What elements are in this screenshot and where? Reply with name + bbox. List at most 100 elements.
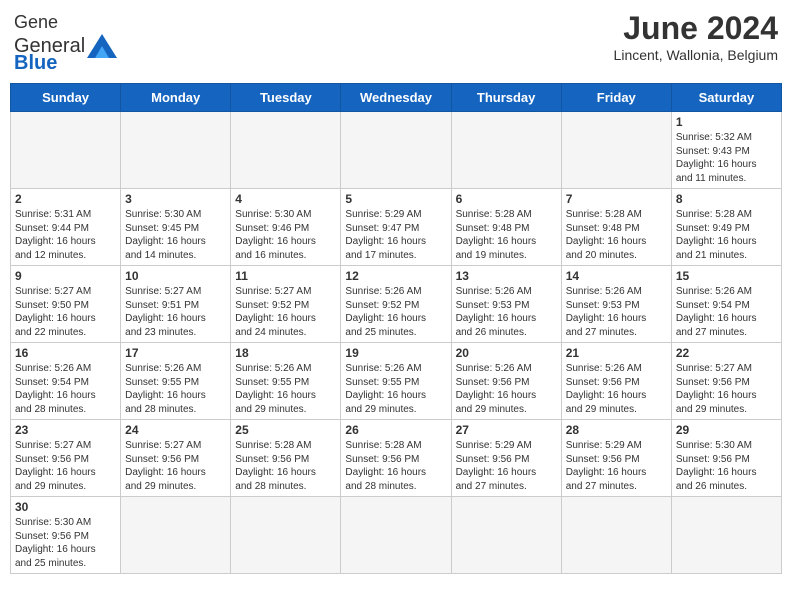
calendar-cell: 24 Sunrise: 5:27 AM Sunset: 9:56 PM Dayli… bbox=[121, 420, 231, 497]
day-info: Sunrise: 5:27 AM Sunset: 9:56 PM Dayligh… bbox=[676, 362, 777, 416]
calendar-cell: 18 Sunrise: 5:26 AM Sunset: 9:55 PM Dayli… bbox=[231, 343, 341, 420]
calendar-header-row: SundayMondayTuesdayWednesdayThursdayFrid… bbox=[11, 84, 782, 112]
calendar-cell bbox=[451, 112, 561, 189]
day-number: 24 bbox=[125, 423, 226, 437]
calendar-cell: 13Sunrise: 5:26 AM Sunset: 9:53 PM Dayli… bbox=[451, 266, 561, 343]
weekday-header-tuesday: Tuesday bbox=[231, 84, 341, 112]
calendar-cell: 17Sunrise: 5:26 AM Sunset: 9:55 PM Dayli… bbox=[121, 343, 231, 420]
day-number: 22 bbox=[676, 346, 777, 360]
day-number: 30 bbox=[15, 500, 116, 514]
day-number: 12 bbox=[345, 269, 446, 283]
calendar-cell bbox=[231, 112, 341, 189]
day-info: Sunrise: 5:27 AM Sunset: 9:56 PM Dayligh… bbox=[125, 439, 226, 493]
calendar-cell: 14Sunrise: 5:26 AM Sunset: 9:53 PM Dayli… bbox=[561, 266, 671, 343]
day-info: Sunrise: 5:26 AM Sunset: 9:52 PM Dayligh… bbox=[345, 285, 446, 339]
day-info: Sunrise: 5:26 AM Sunset: 9:56 PM Dayligh… bbox=[566, 362, 667, 416]
day-info: Sunrise: 5:26 AM Sunset: 9:55 PM Dayligh… bbox=[235, 362, 336, 416]
calendar-week-row: 16 Sunrise: 5:26 AM Sunset: 9:54 PM Dayli… bbox=[11, 343, 782, 420]
day-info: Sunrise: 5:26 AM Sunset: 9:54 PM Dayligh… bbox=[676, 285, 777, 339]
day-number: 1 bbox=[676, 115, 777, 129]
calendar-cell: 28 Sunrise: 5:29 AM Sunset: 9:56 PM Dayli… bbox=[561, 420, 671, 497]
calendar-cell bbox=[671, 497, 781, 574]
calendar-cell: 16 Sunrise: 5:26 AM Sunset: 9:54 PM Dayli… bbox=[11, 343, 121, 420]
day-number: 18 bbox=[235, 346, 336, 360]
day-number: 23 bbox=[15, 423, 116, 437]
day-number: 21 bbox=[566, 346, 667, 360]
day-info: Sunrise: 5:30 AM Sunset: 9:45 PM Dayligh… bbox=[125, 208, 226, 262]
calendar-cell: 8 Sunrise: 5:28 AM Sunset: 9:49 PM Daylig… bbox=[671, 189, 781, 266]
day-info: Sunrise: 5:28 AM Sunset: 9:56 PM Dayligh… bbox=[345, 439, 446, 493]
calendar-cell: 11 Sunrise: 5:27 AM Sunset: 9:52 PM Dayli… bbox=[231, 266, 341, 343]
day-number: 9 bbox=[15, 269, 116, 283]
calendar-cell: 29 Sunrise: 5:30 AM Sunset: 9:56 PM Dayli… bbox=[671, 420, 781, 497]
calendar-cell: 22 Sunrise: 5:27 AM Sunset: 9:56 PM Dayli… bbox=[671, 343, 781, 420]
logo: General General Blue bbox=[14, 10, 117, 75]
calendar-cell: 25Sunrise: 5:28 AM Sunset: 9:56 PM Dayli… bbox=[231, 420, 341, 497]
calendar-cell: 1Sunrise: 5:32 AM Sunset: 9:43 PM Daylig… bbox=[671, 112, 781, 189]
day-number: 7 bbox=[566, 192, 667, 206]
day-info: Sunrise: 5:28 AM Sunset: 9:48 PM Dayligh… bbox=[566, 208, 667, 262]
day-info: Sunrise: 5:29 AM Sunset: 9:56 PM Dayligh… bbox=[456, 439, 557, 493]
day-number: 29 bbox=[676, 423, 777, 437]
weekday-header-saturday: Saturday bbox=[671, 84, 781, 112]
day-info: Sunrise: 5:27 AM Sunset: 9:52 PM Dayligh… bbox=[235, 285, 336, 339]
day-info: Sunrise: 5:30 AM Sunset: 9:56 PM Dayligh… bbox=[676, 439, 777, 493]
day-number: 27 bbox=[456, 423, 557, 437]
day-info: Sunrise: 5:26 AM Sunset: 9:54 PM Dayligh… bbox=[15, 362, 116, 416]
calendar-cell: 5 Sunrise: 5:29 AM Sunset: 9:47 PM Daylig… bbox=[341, 189, 451, 266]
day-number: 4 bbox=[235, 192, 336, 206]
calendar-week-row: 23 Sunrise: 5:27 AM Sunset: 9:56 PM Dayli… bbox=[11, 420, 782, 497]
day-number: 3 bbox=[125, 192, 226, 206]
day-info: Sunrise: 5:29 AM Sunset: 9:47 PM Dayligh… bbox=[345, 208, 446, 262]
calendar-cell: 10 Sunrise: 5:27 AM Sunset: 9:51 PM Dayli… bbox=[121, 266, 231, 343]
day-number: 8 bbox=[676, 192, 777, 206]
day-info: Sunrise: 5:31 AM Sunset: 9:44 PM Dayligh… bbox=[15, 208, 116, 262]
day-number: 26 bbox=[345, 423, 446, 437]
page-header: General General Blue June 2024 Lincent, … bbox=[10, 10, 782, 75]
day-info: Sunrise: 5:28 AM Sunset: 9:49 PM Dayligh… bbox=[676, 208, 777, 262]
svg-text:General: General bbox=[14, 12, 58, 32]
logo-blue-shape bbox=[87, 34, 117, 58]
day-info: Sunrise: 5:30 AM Sunset: 9:46 PM Dayligh… bbox=[235, 208, 336, 262]
day-number: 10 bbox=[125, 269, 226, 283]
day-info: Sunrise: 5:29 AM Sunset: 9:56 PM Dayligh… bbox=[566, 439, 667, 493]
day-info: Sunrise: 5:26 AM Sunset: 9:56 PM Dayligh… bbox=[456, 362, 557, 416]
calendar-cell: 23 Sunrise: 5:27 AM Sunset: 9:56 PM Dayli… bbox=[11, 420, 121, 497]
day-number: 28 bbox=[566, 423, 667, 437]
day-number: 15 bbox=[676, 269, 777, 283]
calendar-cell bbox=[341, 112, 451, 189]
calendar-title: June 2024 bbox=[614, 10, 778, 47]
day-info: Sunrise: 5:27 AM Sunset: 9:51 PM Dayligh… bbox=[125, 285, 226, 339]
calendar-cell bbox=[121, 112, 231, 189]
calendar-title-area: June 2024 Lincent, Wallonia, Belgium bbox=[614, 10, 778, 63]
day-number: 20 bbox=[456, 346, 557, 360]
calendar-cell bbox=[341, 497, 451, 574]
day-info: Sunrise: 5:27 AM Sunset: 9:56 PM Dayligh… bbox=[15, 439, 116, 493]
day-number: 5 bbox=[345, 192, 446, 206]
calendar-cell bbox=[561, 112, 671, 189]
day-number: 11 bbox=[235, 269, 336, 283]
calendar-cell bbox=[451, 497, 561, 574]
calendar-cell: 3 Sunrise: 5:30 AM Sunset: 9:45 PM Daylig… bbox=[121, 189, 231, 266]
calendar-week-row: 30 Sunrise: 5:30 AM Sunset: 9:56 PM Dayli… bbox=[11, 497, 782, 574]
logo-blue-text: Blue bbox=[14, 52, 57, 74]
calendar-week-row: 9 Sunrise: 5:27 AM Sunset: 9:50 PM Daylig… bbox=[11, 266, 782, 343]
calendar-table: SundayMondayTuesdayWednesdayThursdayFrid… bbox=[10, 83, 782, 574]
calendar-cell bbox=[11, 112, 121, 189]
weekday-header-sunday: Sunday bbox=[11, 84, 121, 112]
calendar-week-row: 1Sunrise: 5:32 AM Sunset: 9:43 PM Daylig… bbox=[11, 112, 782, 189]
calendar-cell: 12 Sunrise: 5:26 AM Sunset: 9:52 PM Dayli… bbox=[341, 266, 451, 343]
day-number: 16 bbox=[15, 346, 116, 360]
day-info: Sunrise: 5:26 AM Sunset: 9:53 PM Dayligh… bbox=[566, 285, 667, 339]
calendar-cell bbox=[121, 497, 231, 574]
day-info: Sunrise: 5:27 AM Sunset: 9:50 PM Dayligh… bbox=[15, 285, 116, 339]
day-number: 6 bbox=[456, 192, 557, 206]
day-info: Sunrise: 5:28 AM Sunset: 9:48 PM Dayligh… bbox=[456, 208, 557, 262]
weekday-header-friday: Friday bbox=[561, 84, 671, 112]
calendar-cell: 21 Sunrise: 5:26 AM Sunset: 9:56 PM Dayli… bbox=[561, 343, 671, 420]
calendar-cell: 20 Sunrise: 5:26 AM Sunset: 9:56 PM Dayli… bbox=[451, 343, 561, 420]
day-info: Sunrise: 5:30 AM Sunset: 9:56 PM Dayligh… bbox=[15, 516, 116, 570]
calendar-week-row: 2Sunrise: 5:31 AM Sunset: 9:44 PM Daylig… bbox=[11, 189, 782, 266]
day-number: 13 bbox=[456, 269, 557, 283]
weekday-header-monday: Monday bbox=[121, 84, 231, 112]
